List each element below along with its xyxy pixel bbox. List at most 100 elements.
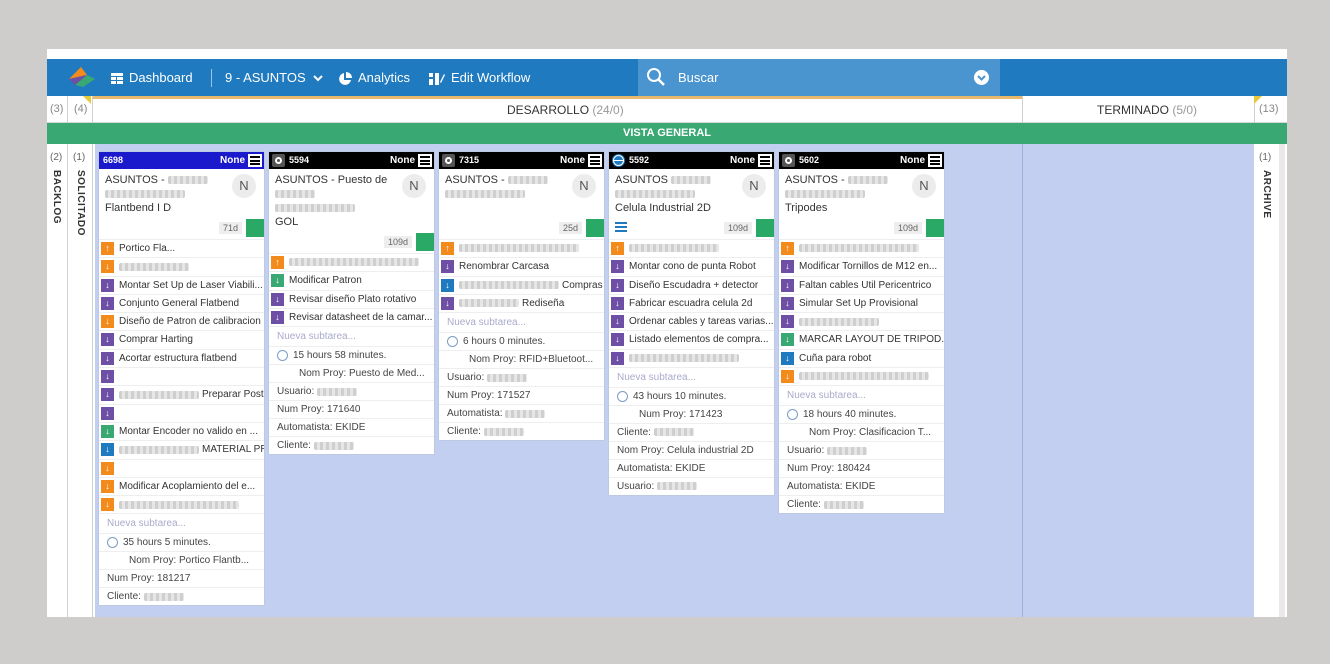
topbar-right-area [1002, 59, 1287, 96]
hamburger-menu-icon[interactable] [248, 154, 262, 167]
avatar[interactable]: N [232, 174, 256, 198]
search-bar[interactable]: Buscar [638, 59, 1000, 96]
subtask-item[interactable]: ↑ [779, 239, 944, 257]
subtask-item[interactable]: ↓ Ordenar cables y tareas varias... [609, 312, 774, 330]
subtask-item[interactable]: ↓ Revisar datasheet de la camar... [269, 307, 434, 326]
subtask-item[interactable]: ↓ [99, 403, 264, 422]
app-logo[interactable] [67, 65, 97, 89]
priority-arrow-icon: ↑ [271, 256, 284, 269]
card-id[interactable]: 7315 [459, 152, 479, 169]
subtask-item[interactable]: ↓ Montar Encoder no valido en ... [99, 421, 264, 440]
card-header[interactable]: 6698 None [99, 152, 264, 169]
new-subtask-input[interactable]: Nueva subtarea... [269, 326, 434, 346]
redacted-text [275, 190, 315, 199]
subtask-item[interactable]: ↓ Diseño de Patron de calibracion [99, 312, 264, 330]
dashboard-link[interactable]: Dashboard [111, 59, 193, 96]
subtask-item[interactable]: ↓ Listado elementos de compra... [609, 330, 774, 348]
subtask-item[interactable]: ↓ Compras carcasa [439, 275, 604, 294]
subtask-item[interactable]: ↓ MARCAR LAYOUT DE TRIPOD... [779, 330, 944, 348]
subtask-item[interactable]: ↓ Faltan cables Util Pericentrico [779, 275, 944, 294]
card-body[interactable]: ASUNTOS Celula Industrial 2D N [609, 169, 774, 219]
solicitado-column-label[interactable]: SOLICITADO [75, 170, 86, 236]
card-header[interactable]: 5602 None [779, 152, 944, 169]
subtask-item[interactable]: ↓ MATERIAL PRESTAMO [99, 440, 264, 458]
card-status-color [246, 219, 264, 237]
subtask-item[interactable]: ↑ Portico Fla... [99, 239, 264, 257]
subtask-item[interactable]: ↓ Cuña para robot [779, 348, 944, 367]
edit-workflow-link[interactable]: Edit Workflow [429, 59, 530, 96]
subtask-item[interactable]: ↓ [609, 348, 774, 367]
task-card[interactable]: 7315 None ASUNTOS - N 25d ↑ ↓ Renombrar Carcas… [439, 152, 604, 441]
solicitado-header-count: (4) [74, 103, 88, 115]
vista-general-lane[interactable]: VISTA GENERAL [47, 123, 1287, 144]
subtask-item[interactable]: ↓ Diseño Escudadra + detector [609, 275, 774, 294]
subtask-item[interactable]: ↑ [439, 239, 604, 257]
subtask-item[interactable]: ↓ Preparar Poste [99, 385, 264, 403]
hamburger-menu-icon[interactable] [758, 154, 772, 167]
subtask-item[interactable]: ↓ Renombrar Carcasa [439, 257, 604, 275]
analytics-link[interactable]: Analytics [338, 59, 410, 96]
avatar[interactable]: N [742, 174, 766, 198]
search-dropdown-icon[interactable] [974, 70, 989, 85]
card-id[interactable]: 5602 [799, 152, 819, 169]
avatar[interactable]: N [402, 174, 426, 198]
redacted-text [657, 482, 698, 491]
new-subtask-input[interactable]: Nueva subtarea... [99, 513, 264, 533]
subtask-item[interactable]: ↓ Acortar estructura flatbend [99, 348, 264, 367]
gear-icon [442, 154, 455, 167]
priority-arrow-icon: ↓ [101, 278, 114, 292]
priority-arrow-icon: ↓ [441, 296, 454, 310]
subtask-item[interactable]: ↓ Modificar Patron [269, 271, 434, 289]
new-subtask-input[interactable]: Nueva subtarea... [779, 385, 944, 405]
subtask-item[interactable]: ↓ Modificar Tornillos de M12 en... [779, 257, 944, 275]
board-selector[interactable]: 9 - ASUNTOS [225, 59, 329, 96]
backlog-column-label[interactable]: BACKLOG [51, 170, 62, 224]
card-body[interactable]: ASUNTOS - Flantbend I D N [99, 169, 264, 219]
subtask-item[interactable]: ↑ [269, 253, 434, 271]
card-header[interactable]: 5592 None [609, 152, 774, 169]
subtask-item[interactable]: ↓ Fabricar escuadra celula 2d [609, 293, 774, 312]
subtask-item[interactable]: ↓ [99, 257, 264, 275]
hamburger-menu-icon[interactable] [928, 154, 942, 167]
subtask-item[interactable]: ↓ [99, 495, 264, 513]
task-card[interactable]: 6698 None ASUNTOS - Flantbend I D N 71d ↑ Port… [99, 152, 264, 606]
avatar[interactable]: N [912, 174, 936, 198]
hamburger-menu-icon[interactable] [588, 154, 602, 167]
new-subtask-input[interactable]: Nueva subtarea... [439, 312, 604, 332]
subtask-item[interactable]: ↓ Comprar Harting [99, 330, 264, 348]
subtask-item[interactable]: ↓ [779, 312, 944, 330]
task-card[interactable]: 5592 None ASUNTOS Celula Industrial 2D N 109… [609, 152, 774, 496]
subtask-label: MATERIAL PRESTAMO [202, 444, 264, 456]
subtask-item[interactable]: ↓ [99, 458, 264, 477]
card-header[interactable]: 7315 None [439, 152, 604, 169]
subtask-item[interactable]: ↓ Revisar diseño Plato rotativo [269, 289, 434, 308]
card-header[interactable]: 5594 None [269, 152, 434, 169]
card-body[interactable]: ASUNTOS - Puesto de GOL N [269, 169, 434, 233]
subtask-item[interactable]: ↓ Conjunto General Flatbend [99, 293, 264, 312]
subtask-item[interactable]: ↓ [779, 367, 944, 385]
card-body[interactable]: ASUNTOS - Tripodes N [779, 169, 944, 219]
terminado-title[interactable]: TERMINADO (5/0) [1097, 103, 1197, 117]
new-subtask-input[interactable]: Nueva subtarea... [609, 367, 774, 387]
task-card[interactable]: 5594 None ASUNTOS - Puesto de GOL N 109d ↑ ↓ Mo… [269, 152, 434, 455]
card-body[interactable]: ASUNTOS - N [439, 169, 604, 219]
board-scrollbar[interactable] [1279, 144, 1285, 617]
subtask-item[interactable]: ↓ Rediseña [439, 293, 604, 312]
subtask-item[interactable]: ↓ Modificar Acoplamiento del e... [99, 476, 264, 495]
hamburger-menu-icon[interactable] [418, 154, 432, 167]
subtask-item[interactable]: ↓ Montar Set Up de Laser Viabili... [99, 275, 264, 294]
desarrollo-title[interactable]: DESARROLLO (24/0) [507, 103, 624, 117]
card-priority: None [220, 155, 245, 166]
subtask-item[interactable]: ↓ Simular Set Up Provisional [779, 293, 944, 312]
avatar[interactable]: N [572, 174, 596, 198]
task-card[interactable]: 5602 None ASUNTOS - Tripodes N 109d ↑ ↓ Modific… [779, 152, 944, 514]
card-id[interactable]: 5592 [629, 152, 649, 169]
subtask-item[interactable]: ↑ [609, 239, 774, 257]
subtask-item[interactable]: ↓ [99, 367, 264, 385]
subtask-item[interactable]: ↓ Montar cono de punta Robot [609, 257, 774, 275]
archive-column-label[interactable]: ARCHIVE [1261, 170, 1272, 219]
desarrollo-label: DESARROLLO [507, 103, 590, 117]
card-id[interactable]: 5594 [289, 152, 309, 169]
list-icon[interactable] [615, 222, 627, 232]
card-id[interactable]: 6698 [103, 152, 123, 169]
